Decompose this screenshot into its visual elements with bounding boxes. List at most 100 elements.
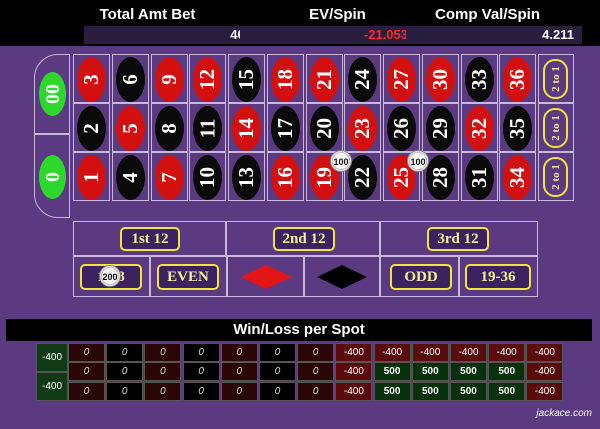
bet-even[interactable]: EVEN xyxy=(150,256,227,297)
number-spot[interactable]: 35 xyxy=(499,103,537,152)
winloss-cell: 500 xyxy=(411,381,449,401)
number-spot[interactable]: 36 xyxy=(499,54,537,103)
number-spot[interactable]: 33 xyxy=(460,54,498,103)
number-spot[interactable]: 32 xyxy=(460,103,498,152)
winloss-cell: 0 xyxy=(297,362,335,382)
winloss-cell: 0 xyxy=(144,362,182,382)
winloss-cell: 0 xyxy=(182,381,220,401)
number-label: 35 xyxy=(505,118,530,139)
total-bet-label: Total Amt Bet xyxy=(99,6,196,23)
number-label: 34 xyxy=(505,167,530,188)
winloss-cell: 0 xyxy=(182,362,220,382)
number-spot[interactable]: 14 xyxy=(228,103,265,152)
number-spot[interactable]: 18 xyxy=(266,54,304,103)
number-spot[interactable]: 34 xyxy=(499,152,537,201)
number-spot[interactable]: 3 xyxy=(73,54,110,103)
number-label: 29 xyxy=(427,118,452,139)
column-pill: 2 to 1 xyxy=(543,59,568,99)
bet-odd[interactable]: ODD xyxy=(380,256,459,297)
winloss-cell: 500 xyxy=(450,381,487,401)
number-spot[interactable]: 30 xyxy=(421,54,459,103)
number-oval: 13 xyxy=(232,155,261,200)
column-bet-top[interactable]: 2 to 1 xyxy=(538,54,574,103)
winloss-cell: -400 xyxy=(526,381,564,401)
number-oval: 11 xyxy=(193,106,223,151)
bet-high[interactable]: 19-36 xyxy=(459,256,538,297)
winloss-cell: 0 xyxy=(220,343,258,362)
number-oval: 36 xyxy=(503,57,533,102)
chip-split-20-23[interactable]: 100 xyxy=(330,150,352,172)
number-oval: 10 xyxy=(193,155,223,200)
chip-corner-25-29[interactable]: 100 xyxy=(407,150,429,172)
number-spot[interactable]: 5 xyxy=(111,103,149,152)
number-label: 30 xyxy=(427,69,452,90)
number-oval: 34 xyxy=(503,155,533,200)
winloss-0: -400 xyxy=(36,372,68,401)
column-label: 2 to 1 xyxy=(549,66,562,92)
number-spot[interactable]: 8 xyxy=(150,103,188,152)
winloss-cell: -400 xyxy=(411,343,449,362)
comp-label: Comp Val/Spin xyxy=(434,6,540,23)
number-spot[interactable]: 9 xyxy=(150,54,188,103)
number-spot[interactable]: 13 xyxy=(228,152,265,201)
number-spot[interactable]: 12 xyxy=(189,54,227,103)
winloss-cell: 500 xyxy=(488,362,526,382)
winloss-cell: 0 xyxy=(106,381,144,401)
number-oval: 21 xyxy=(309,57,339,102)
column-pill: 2 to 1 xyxy=(543,108,568,148)
number-oval: 22 xyxy=(348,155,378,200)
dozen-2-label: 2nd 12 xyxy=(273,227,335,251)
zero-spot-00[interactable]: 00 xyxy=(34,54,70,134)
winloss-cell: 500 xyxy=(450,362,487,382)
column-pill: 2 to 1 xyxy=(543,157,568,197)
dozen-2[interactable]: 2nd 12 xyxy=(226,221,380,256)
number-spot[interactable]: 23 xyxy=(344,103,382,152)
zero-spot-0[interactable]: 0 xyxy=(34,134,70,218)
stats-bar: Total Amt Bet 400 EV/Spin -21.053 Comp V… xyxy=(0,0,600,46)
number-spot[interactable]: 6 xyxy=(111,54,149,103)
number-spot[interactable]: 24 xyxy=(344,54,382,103)
number-spot[interactable]: 27 xyxy=(383,54,420,103)
number-oval: 16 xyxy=(270,155,300,200)
odd-label: ODD xyxy=(390,264,452,290)
winloss-cell: -400 xyxy=(526,362,564,382)
winloss-cell: -400 xyxy=(373,343,411,362)
number-spot[interactable]: 15 xyxy=(228,54,265,103)
number-oval: 17 xyxy=(270,106,300,151)
number-oval: 20 xyxy=(309,106,339,151)
number-label: 18 xyxy=(272,69,297,90)
number-spot[interactable]: 31 xyxy=(460,152,498,201)
number-label: 28 xyxy=(427,167,452,188)
bet-black[interactable] xyxy=(304,256,380,297)
high-label: 19-36 xyxy=(465,264,531,290)
number-oval: 14 xyxy=(232,106,261,151)
number-spot[interactable]: 4 xyxy=(111,152,149,201)
dozen-3[interactable]: 3rd 12 xyxy=(380,221,538,256)
number-spot[interactable]: 29 xyxy=(421,103,459,152)
number-spot[interactable]: 7 xyxy=(150,152,188,201)
brand-label: jackace.com xyxy=(536,408,592,419)
number-spot[interactable]: 11 xyxy=(189,103,227,152)
number-spot[interactable]: 1 xyxy=(73,152,110,201)
winloss-cell: 500 xyxy=(373,362,411,382)
number-spot[interactable]: 17 xyxy=(266,103,304,152)
number-spot[interactable]: 2 xyxy=(73,103,110,152)
number-spot[interactable]: 20 xyxy=(305,103,343,152)
column-bet-bottom[interactable]: 2 to 1 xyxy=(538,152,574,201)
number-spot[interactable]: 21 xyxy=(305,54,343,103)
dozen-1[interactable]: 1st 12 xyxy=(73,221,226,256)
chip-low[interactable]: 200 xyxy=(99,265,121,287)
number-spot[interactable]: 10 xyxy=(189,152,227,201)
winloss-cell: 0 xyxy=(106,343,144,362)
winloss-title: Win/Loss per Spot xyxy=(6,319,592,341)
number-label: 16 xyxy=(272,167,297,188)
number-spot[interactable]: 16 xyxy=(266,152,304,201)
bet-red[interactable] xyxy=(227,256,304,297)
number-spot[interactable]: 26 xyxy=(383,103,420,152)
winloss-cell: -400 xyxy=(335,362,373,382)
number-oval: 1 xyxy=(77,155,106,200)
winloss-cell: 0 xyxy=(259,362,296,382)
winloss-cell: 0 xyxy=(144,381,182,401)
column-bet-middle[interactable]: 2 to 1 xyxy=(538,103,574,152)
number-oval: 2 xyxy=(77,106,106,151)
